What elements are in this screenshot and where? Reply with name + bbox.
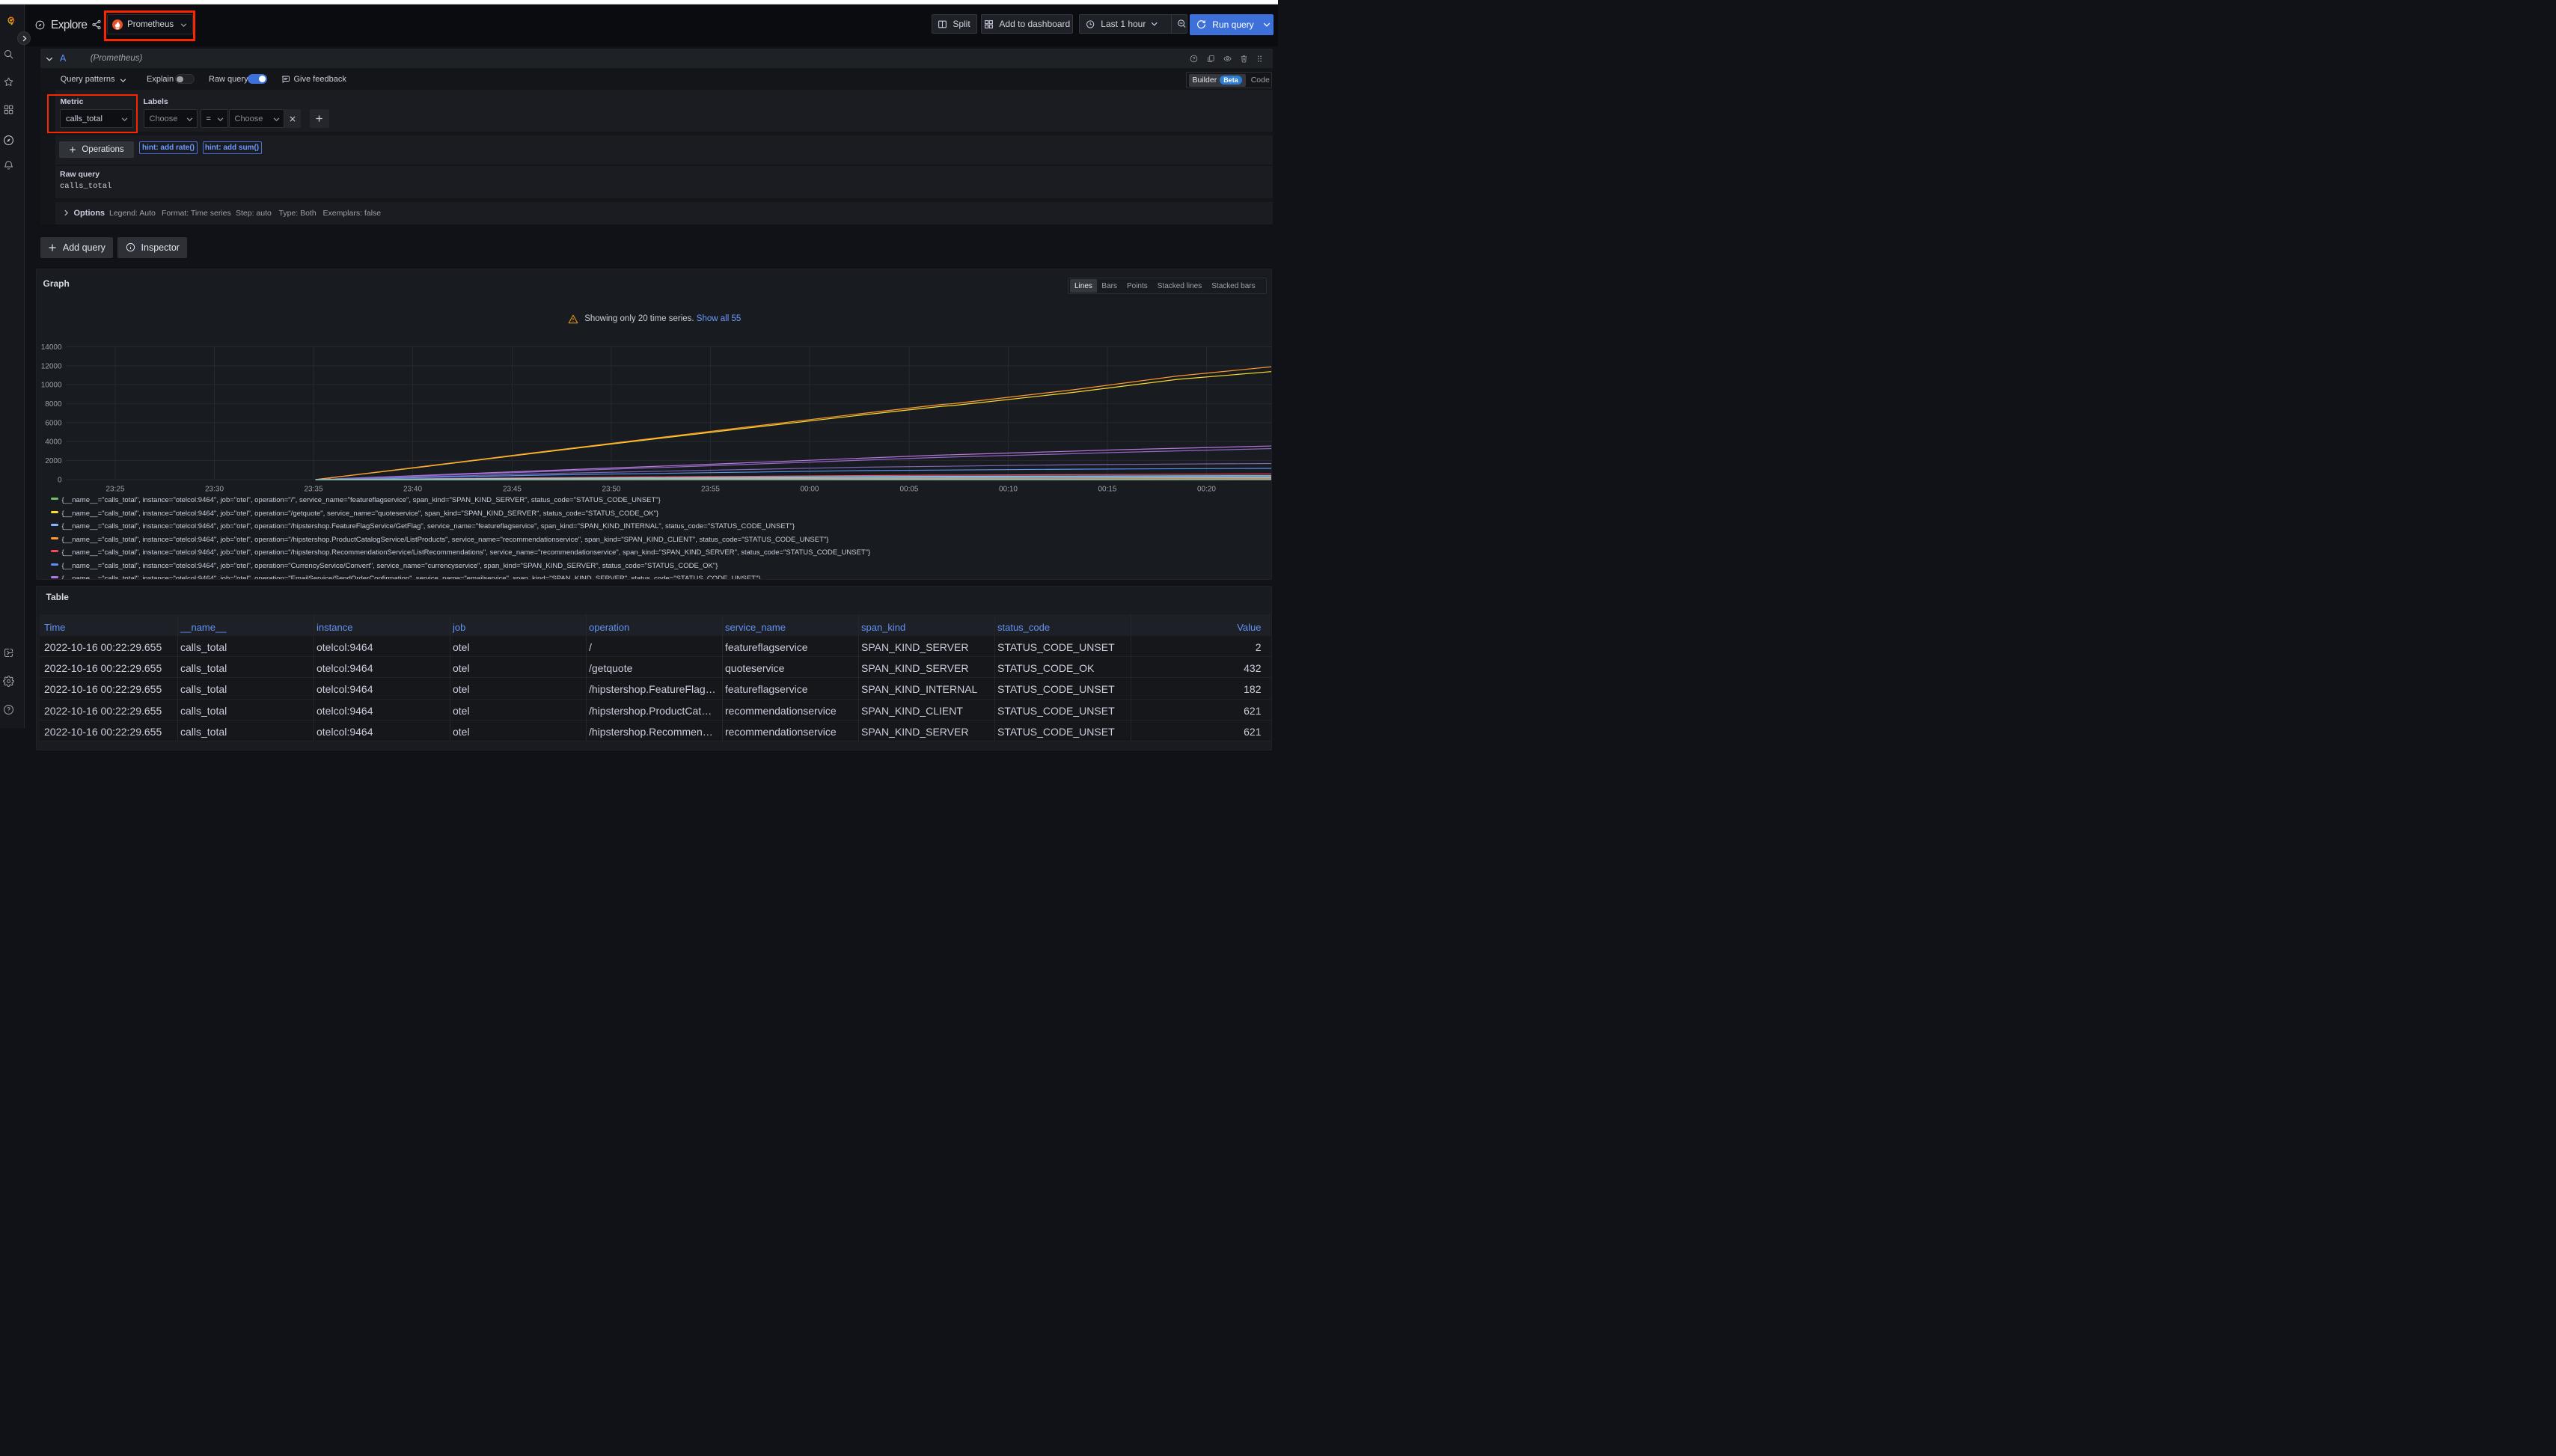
svg-text:00:15: 00:15 — [1098, 485, 1116, 493]
svg-text:23:40: 23:40 — [403, 485, 422, 493]
svg-text:23:45: 23:45 — [503, 485, 522, 493]
svg-text:23:35: 23:35 — [304, 485, 322, 493]
svg-text:14000: 14000 — [40, 343, 61, 352]
svg-text:6000: 6000 — [45, 419, 62, 427]
svg-text:4000: 4000 — [45, 438, 62, 447]
svg-text:23:30: 23:30 — [205, 485, 224, 493]
svg-text:0: 0 — [57, 476, 61, 484]
svg-text:00:10: 00:10 — [998, 485, 1017, 493]
svg-text:00:20: 00:20 — [1196, 485, 1215, 493]
svg-text:12000: 12000 — [40, 362, 61, 370]
svg-text:23:50: 23:50 — [602, 485, 620, 493]
svg-text:2000: 2000 — [45, 457, 62, 465]
svg-text:00:05: 00:05 — [899, 485, 918, 493]
svg-text:10000: 10000 — [40, 382, 61, 390]
svg-text:23:25: 23:25 — [106, 485, 124, 493]
svg-text:23:55: 23:55 — [700, 485, 719, 493]
svg-text:8000: 8000 — [45, 400, 62, 409]
svg-text:00:00: 00:00 — [800, 485, 819, 493]
